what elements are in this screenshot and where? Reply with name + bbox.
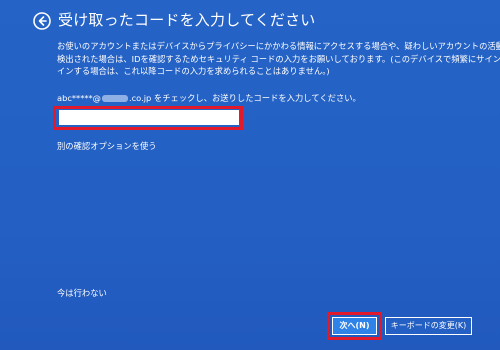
alternate-verification-link[interactable]: 別の確認オプションを使う	[57, 140, 157, 152]
security-code-input[interactable]	[59, 110, 239, 125]
page-title: 受け取ったコードを入力してください	[58, 11, 316, 29]
description-text: お使いのアカウントまたはデバイスからプライバシーにかかわる情報にアクセスする場合…	[57, 40, 500, 78]
email-suffix: .co.jp をチェックし、お送りしたコードを入力してください。	[128, 93, 361, 103]
description-line: お使いのアカウントまたはデバイスからプライバシーにかかわる情報にアクセスする場合…	[57, 41, 500, 51]
description-line: 検出された場合は、IDを確認するためセキュリティ コードの入力をお願いしておりま…	[57, 53, 500, 64]
security-code-screen: 受け取ったコードを入力してください お使いのアカウントまたはデバイスからプライバ…	[0, 0, 500, 350]
email-instruction: abc*****@ .co.jp をチェックし、お送りしたコードを入力してください…	[57, 92, 361, 104]
change-keyboard-button[interactable]: キーボードの変更(K)	[385, 317, 472, 335]
masked-domain	[101, 95, 128, 102]
next-button[interactable]: 次へ(N)	[332, 317, 377, 335]
skip-link[interactable]: 今は行わない	[57, 287, 107, 299]
back-arrow-icon[interactable]	[33, 12, 51, 30]
email-prefix: abc*****@	[57, 93, 101, 103]
description-line: インする場合は、これ以降コードの入力を求められることはありません。)	[57, 66, 330, 76]
